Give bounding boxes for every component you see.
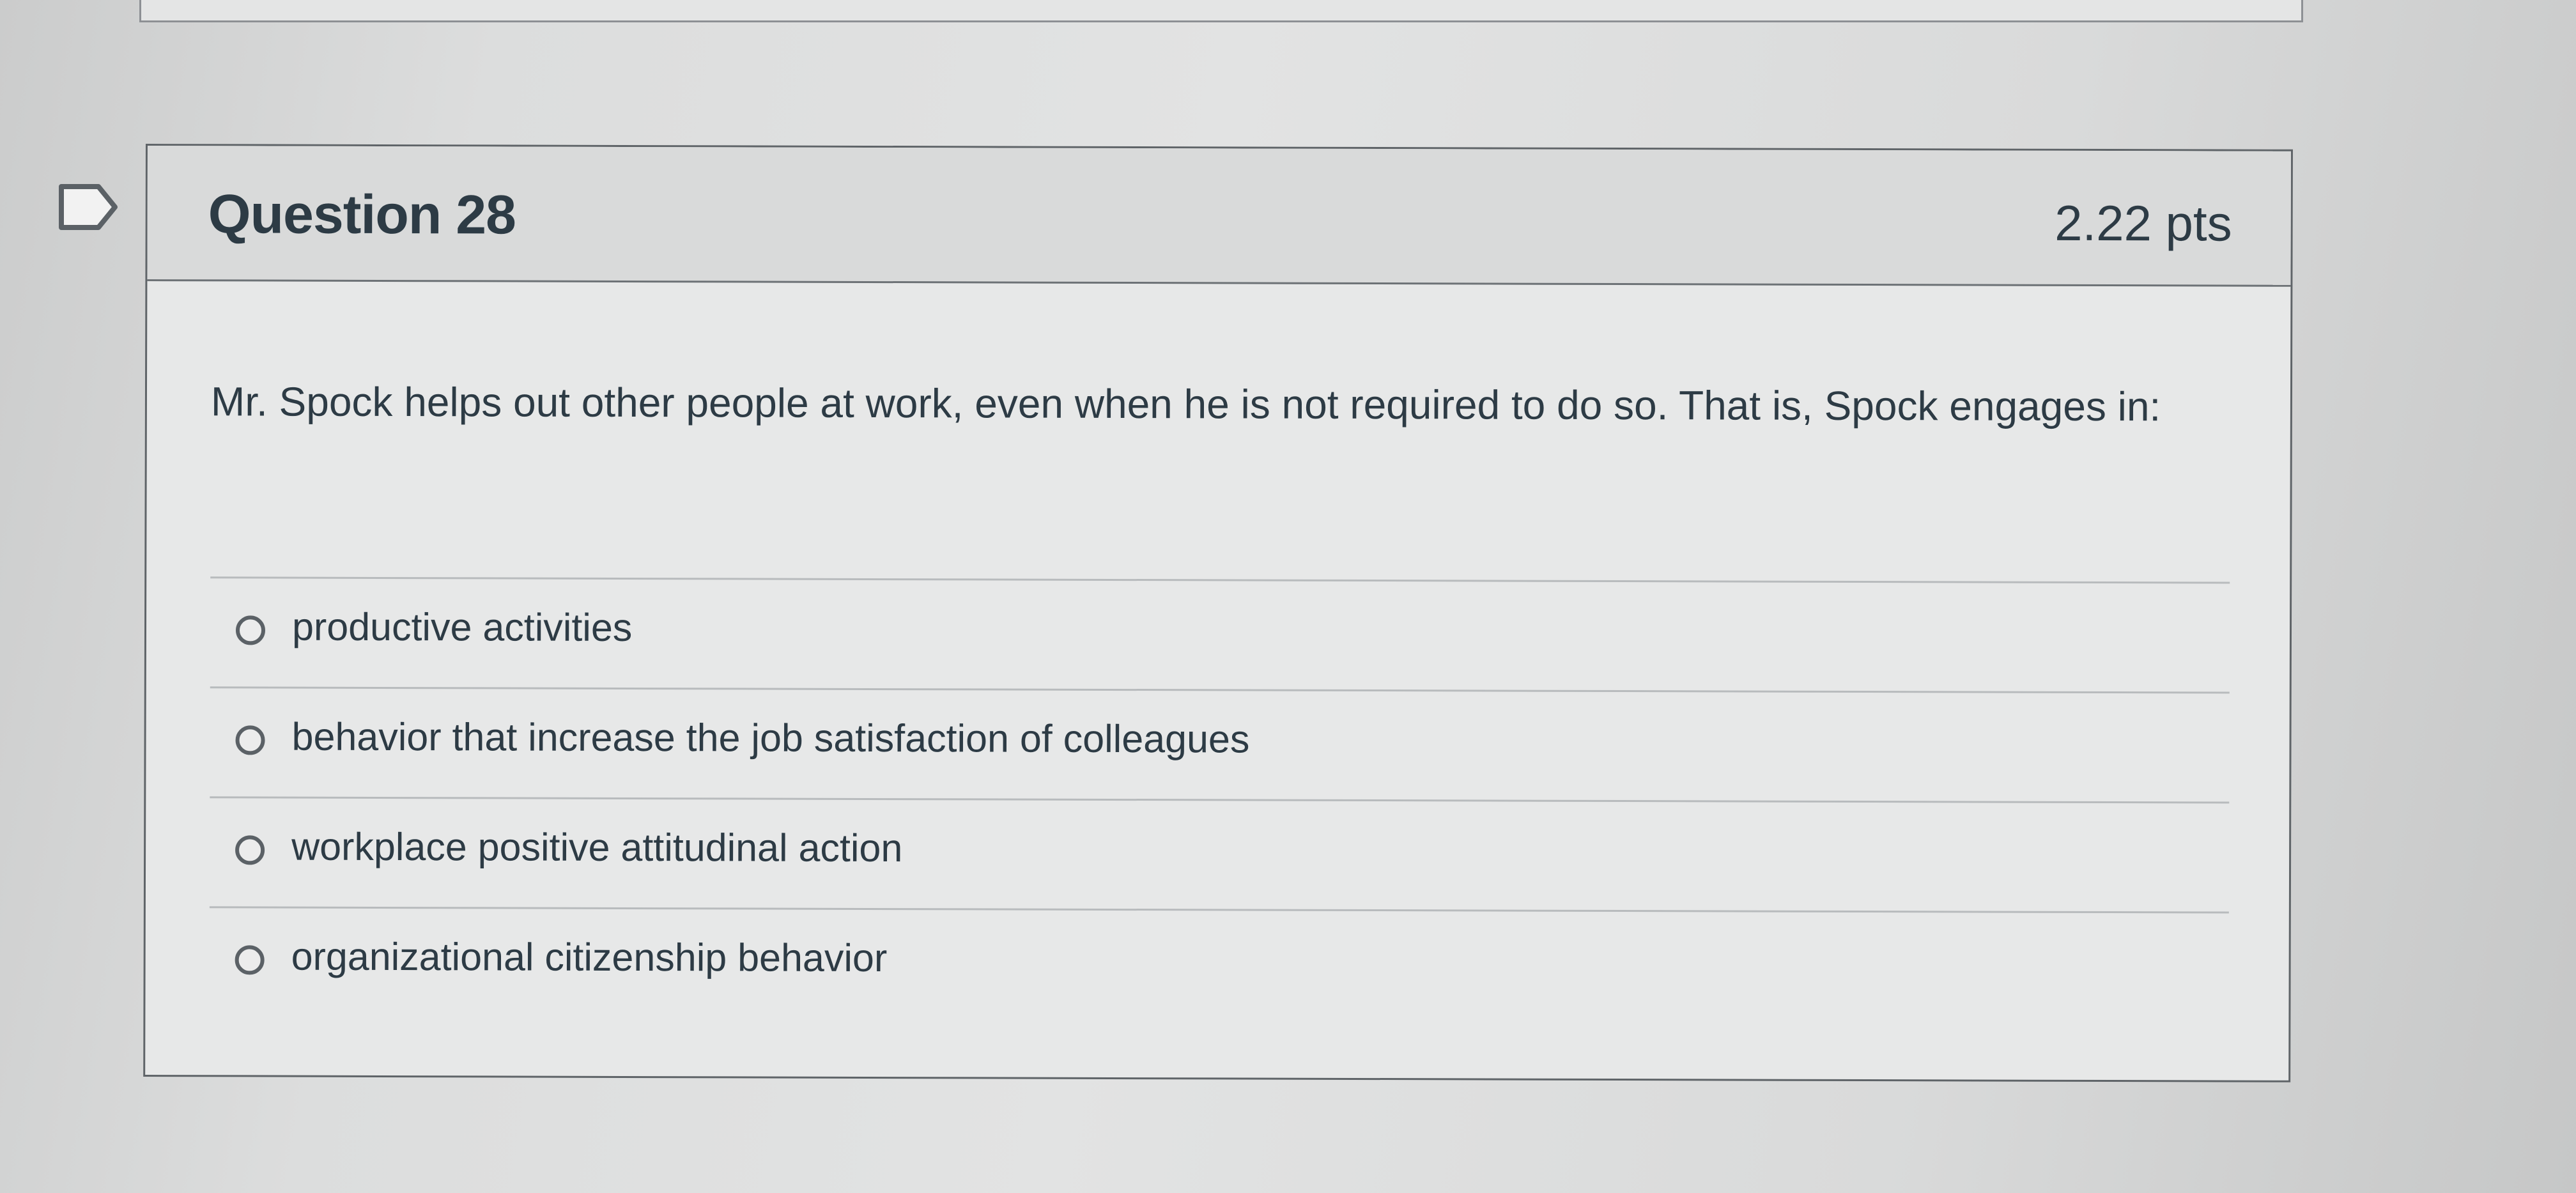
answer-label[interactable]: behavior that increase the job satisfact… [291, 714, 1249, 762]
answer-option[interactable]: productive activities [210, 576, 2230, 692]
radio-button[interactable] [235, 835, 265, 865]
answer-option[interactable]: behavior that increase the job satisfact… [210, 686, 2230, 802]
question-card: Question 28 2.22 pts Mr. Spock helps out… [143, 144, 2293, 1082]
flag-question-icon[interactable] [56, 181, 120, 233]
question-text: Mr. Spock helps out other people at work… [210, 378, 2161, 430]
answer-option[interactable]: workplace positive attitudinal action [209, 796, 2230, 912]
question-body: Mr. Spock helps out other people at work… [145, 281, 2290, 1081]
radio-button[interactable] [235, 615, 266, 645]
radio-button[interactable] [235, 945, 265, 975]
answer-option[interactable]: organizational citizenship behavior [209, 906, 2229, 1022]
answer-label[interactable]: organizational citizenship behavior [291, 934, 888, 980]
question-title: Question 28 [208, 183, 516, 246]
answer-list: productive activities behavior that incr… [209, 576, 2230, 1022]
answer-label[interactable]: productive activities [292, 604, 632, 650]
radio-button[interactable] [235, 725, 265, 755]
question-header: Question 28 2.22 pts [147, 146, 2291, 287]
question-points: 2.22 pts [2055, 194, 2232, 252]
answer-label[interactable]: workplace positive attitudinal action [291, 824, 902, 871]
previous-question-card [139, 0, 2303, 22]
